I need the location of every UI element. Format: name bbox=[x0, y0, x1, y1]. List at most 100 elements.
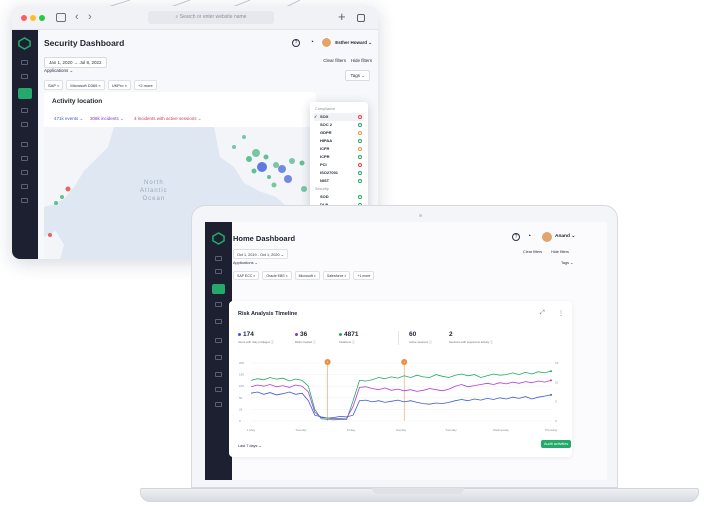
sidebar-item-9-icon[interactable] bbox=[21, 198, 28, 203]
applications-filter[interactable]: Applications ⌄ bbox=[44, 68, 73, 74]
active-sessions-filter[interactable]: 4 incidents with active sessions ⌄ bbox=[134, 116, 202, 122]
expand-icon[interactable]: ⤢ bbox=[540, 310, 545, 317]
status-dot-icon bbox=[358, 195, 362, 199]
notification-bell-icon[interactable]: ◔ bbox=[527, 233, 531, 241]
tag-option-sox[interactable]: ✓ SOX bbox=[314, 113, 364, 121]
clear-filters-button[interactable]: Clear filters bbox=[323, 58, 346, 63]
status-dot-icon bbox=[358, 179, 362, 183]
y-tick-label: 200 bbox=[239, 361, 244, 365]
risk-timeline-chart[interactable]: 200150100502501510501 May Tuesday Friday Su… bbox=[237, 357, 565, 433]
new-tab-button[interactable]: + bbox=[338, 10, 346, 24]
tag-option-label: PCI bbox=[320, 162, 327, 167]
app-chip-oracle-ebs[interactable]: Oracle EBS × bbox=[262, 271, 292, 280]
sidebar-item-2-icon[interactable] bbox=[215, 269, 222, 274]
sidebar-item-6-icon[interactable] bbox=[215, 355, 222, 360]
y-tick-label: 25 bbox=[239, 407, 243, 411]
sidebar-item-home-active[interactable] bbox=[18, 88, 32, 99]
avatar[interactable] bbox=[542, 232, 552, 242]
help-icon[interactable]: ? bbox=[512, 233, 520, 241]
sidebar-item-9-icon[interactable] bbox=[215, 402, 222, 407]
metric-label: Users with risky privileges ⓘ bbox=[238, 340, 274, 344]
metric-value: 4871 bbox=[344, 331, 359, 338]
app-chip-d365[interactable]: Microsoft D365 × bbox=[66, 80, 105, 90]
tags-filter[interactable]: Tags ⌄ bbox=[345, 70, 370, 81]
app-chip-salesforce[interactable]: Salesforce × bbox=[322, 271, 351, 280]
sidebar-toggle-icon[interactable] bbox=[56, 13, 66, 22]
sidebar-item-8-icon[interactable] bbox=[21, 184, 28, 189]
dropdown-header-compliance: Compliance bbox=[315, 107, 336, 111]
sidebar-item-1-icon[interactable] bbox=[21, 60, 28, 65]
hide-filters-button[interactable]: Hide filters bbox=[551, 250, 569, 254]
notification-bell-icon[interactable]: ◔ bbox=[310, 39, 314, 47]
status-dot-icon bbox=[358, 123, 362, 127]
sidebar-item-3-icon[interactable] bbox=[21, 108, 28, 113]
user-menu[interactable]: Anand ⌄ bbox=[555, 234, 575, 239]
page-title: Home Dashboard bbox=[233, 234, 296, 243]
incidents-filter[interactable]: 308k incidents ⌄ bbox=[90, 116, 124, 122]
tag-option-hipaa[interactable]: HIPAA bbox=[314, 137, 364, 145]
page-title: Security Dashboard bbox=[44, 38, 125, 48]
date-range-picker[interactable]: Oct 1, 2019 - Oct 1, 2020 ⌄ bbox=[233, 249, 288, 259]
series-end-point-2 bbox=[550, 393, 552, 396]
applications-filter[interactable]: Applications ⌄ bbox=[233, 260, 258, 265]
sidebar-item-4-icon[interactable] bbox=[215, 319, 222, 324]
sidebar-item-4-icon[interactable] bbox=[21, 122, 28, 127]
app-chip-more[interactable]: +2 more bbox=[133, 80, 157, 90]
minimize-window-button[interactable] bbox=[30, 15, 36, 21]
sidebar-item-2-icon[interactable] bbox=[21, 74, 28, 79]
sidebar-item-3-icon[interactable] bbox=[215, 302, 222, 307]
y-right-tick-label: 15 bbox=[555, 361, 559, 365]
sidebar-item-5-icon[interactable] bbox=[21, 142, 28, 147]
sidebar-item-5-icon[interactable] bbox=[215, 338, 222, 343]
app-chip-sap-ecc[interactable]: SAP ECC × bbox=[233, 271, 260, 280]
y-right-tick-label: 10 bbox=[555, 380, 559, 384]
app-chip-sap[interactable]: SAP × bbox=[44, 80, 64, 90]
tags-filter[interactable]: Tags ⌄ bbox=[561, 260, 573, 265]
events-filter[interactable]: 471k events ⌄ bbox=[54, 116, 83, 122]
close-window-button[interactable] bbox=[21, 15, 27, 21]
compliance-list: ✓ SOX SOC 2 GDPR HIPAA ICFR ICPR PCI ISO27001 NIS… bbox=[314, 113, 364, 185]
back-button[interactable]: ‹ bbox=[75, 11, 79, 23]
metric-value: 174 bbox=[243, 331, 254, 338]
app-chip-ukpro[interactable]: UKPro × bbox=[107, 80, 131, 90]
tag-option-iso27001[interactable]: ISO27001 bbox=[314, 169, 364, 177]
tag-option-gdpr[interactable]: GDPR bbox=[314, 129, 364, 137]
sidebar-item-7-icon[interactable] bbox=[215, 372, 222, 377]
series-line-2 bbox=[250, 391, 552, 419]
hide-filters-button[interactable]: Hide filters bbox=[351, 58, 372, 63]
time-range-dropdown[interactable]: Last 7 days ⌄ bbox=[238, 443, 262, 448]
app-chip-more[interactable]: +1 more bbox=[353, 271, 375, 280]
tabs-overview-icon[interactable] bbox=[357, 14, 365, 22]
tag-option-pci[interactable]: PCI bbox=[314, 161, 364, 169]
tag-option-label: HIPAA bbox=[320, 138, 333, 143]
tag-option-nist[interactable]: NIST bbox=[314, 177, 364, 185]
app-chip-microsoft[interactable]: Microsoft × bbox=[294, 271, 320, 280]
sidebar-item-1-icon[interactable] bbox=[215, 256, 222, 261]
tag-option-soc-2[interactable]: SOC 2 bbox=[314, 121, 364, 129]
more-options-icon[interactable]: ⋮ bbox=[558, 310, 564, 317]
clear-filters-button[interactable]: Clear filters bbox=[523, 250, 542, 254]
help-icon[interactable]: ? bbox=[292, 39, 300, 47]
tag-option-icpr[interactable]: ICPR bbox=[314, 153, 364, 161]
tag-option-sod[interactable]: SOD bbox=[314, 193, 364, 201]
maximize-window-button[interactable] bbox=[39, 15, 45, 21]
y-right-tick-label: 0 bbox=[555, 419, 557, 423]
laptop-notch bbox=[372, 488, 464, 494]
user-menu[interactable]: Esther Howard ⌄ bbox=[335, 40, 372, 46]
sidebar-item-7-icon[interactable] bbox=[21, 170, 28, 175]
audit-activities-button[interactable]: Audit activities bbox=[541, 440, 572, 448]
series-line-0 bbox=[250, 370, 552, 421]
address-bar[interactable]: ⌕ Search or enter website name bbox=[148, 11, 274, 24]
sidebar-item-home-active[interactable] bbox=[212, 284, 225, 294]
date-range-picker[interactable]: Jan 1, 2020 → Jul 8, 2022 bbox=[44, 57, 107, 68]
purple-bullet-icon bbox=[295, 332, 298, 336]
tag-option-label: SOC 2 bbox=[320, 122, 333, 127]
sidebar-item-8-icon[interactable] bbox=[215, 387, 222, 392]
tag-option-label: ICFR bbox=[320, 146, 330, 151]
avatar[interactable] bbox=[321, 37, 332, 48]
metric-label: Sessions with suspicious activity ⓘ bbox=[449, 340, 493, 344]
tag-option-icfr[interactable]: ICFR bbox=[314, 145, 364, 153]
sidebar-item-6-icon[interactable] bbox=[21, 156, 28, 161]
x-tick-label: Sunday bbox=[396, 428, 407, 432]
forward-button[interactable]: › bbox=[88, 11, 92, 23]
